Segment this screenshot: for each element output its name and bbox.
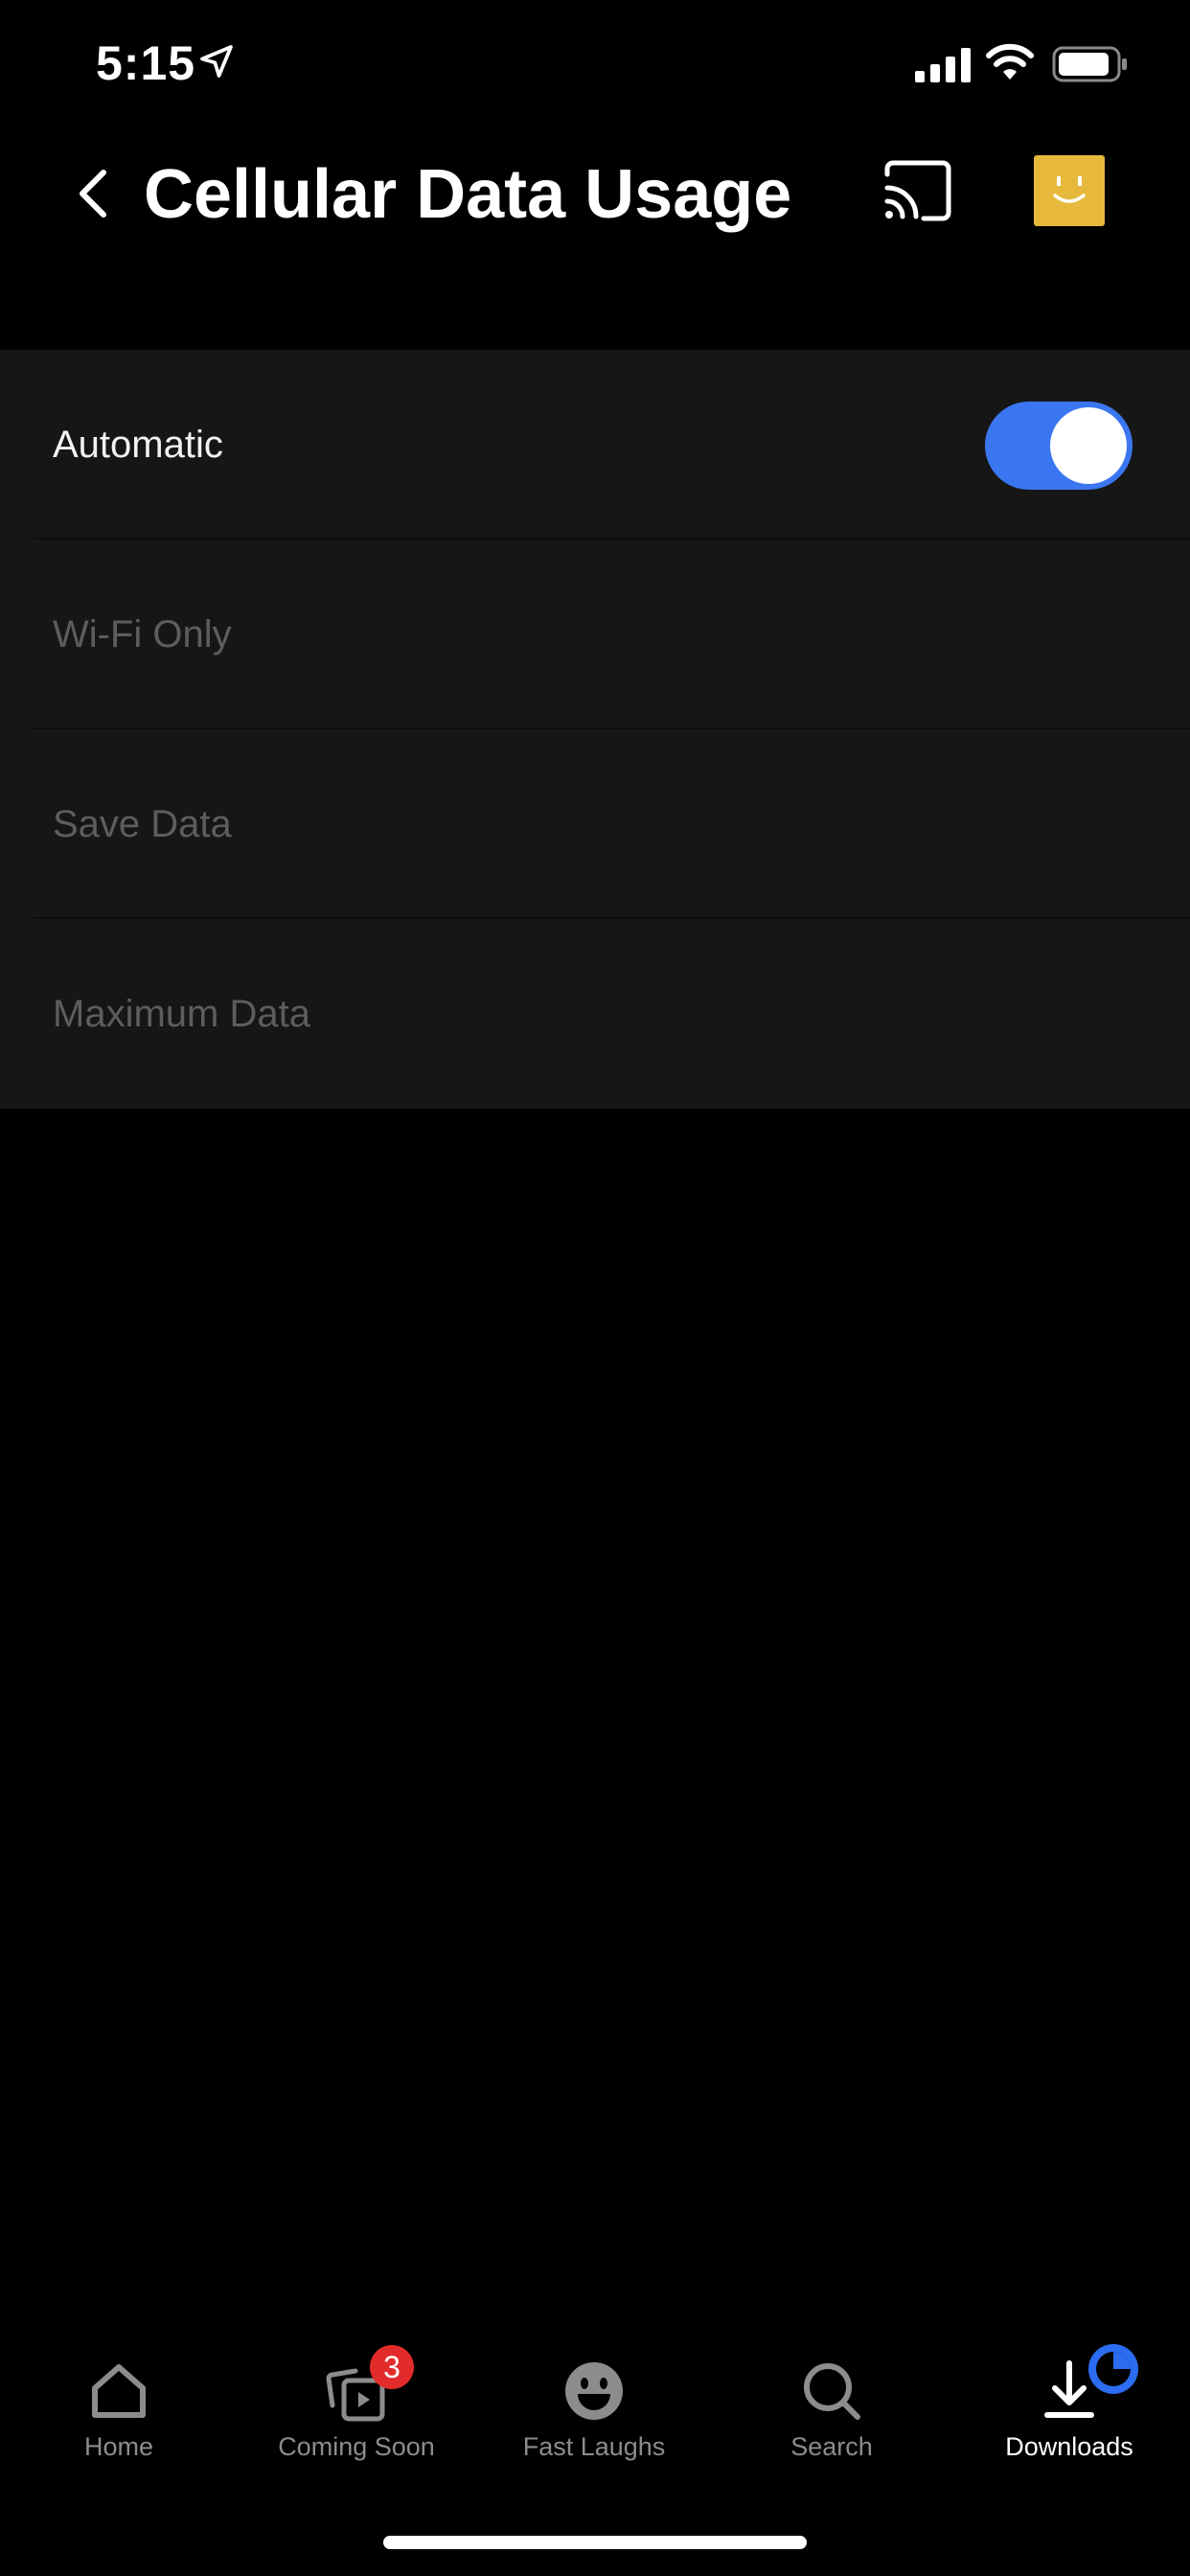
tab-coming-soon[interactable]: Coming Soon xyxy=(238,2338,475,2472)
battery-icon xyxy=(1052,46,1127,82)
status-bar: 5:15 xyxy=(0,0,1190,125)
wifi-icon xyxy=(986,43,1034,80)
option-label: Maximum Data xyxy=(53,993,310,1035)
search-icon xyxy=(804,2363,860,2420)
chevron-left-icon[interactable] xyxy=(69,165,117,222)
tab-search[interactable]: Search xyxy=(713,2338,950,2472)
status-time: 5:15 xyxy=(96,36,196,90)
laugh-icon xyxy=(565,2362,623,2420)
tab-label: Fast Laughs xyxy=(522,2432,666,2461)
header: Cellular Data Usage xyxy=(0,125,1190,350)
option-label: Wi-Fi Only xyxy=(53,613,232,656)
tab-home[interactable]: Home xyxy=(0,2338,238,2472)
cast-icon[interactable] xyxy=(881,159,954,222)
tab-label: Downloads xyxy=(1005,2432,1133,2461)
option-maximum-data[interactable]: Maximum Data xyxy=(34,919,1190,1109)
cellular-signal-icon xyxy=(915,48,971,82)
tab-label: Home xyxy=(83,2432,154,2461)
notification-badge: 3 xyxy=(370,2345,414,2389)
tab-label: Search xyxy=(790,2432,873,2461)
option-label: Automatic xyxy=(53,424,223,466)
profile-avatar[interactable] xyxy=(1034,155,1105,226)
toggle-knob xyxy=(1050,407,1127,484)
download-progress-icon xyxy=(1088,2344,1138,2394)
tab-fast-laughs[interactable]: Fast Laughs xyxy=(475,2338,713,2472)
option-save-data[interactable]: Save Data xyxy=(34,729,1190,919)
home-icon xyxy=(92,2364,146,2418)
automatic-toggle[interactable] xyxy=(985,402,1133,490)
page-title: Cellular Data Usage xyxy=(144,156,792,233)
home-indicator[interactable] xyxy=(383,2536,807,2549)
bottom-tab-bar: Home Coming Soon Fast Laughs Search Down… xyxy=(0,2338,1190,2472)
tab-label: Coming Soon xyxy=(278,2432,435,2461)
option-wifi-only[interactable]: Wi-Fi Only xyxy=(34,540,1190,729)
location-arrow-icon xyxy=(200,45,233,78)
option-label: Save Data xyxy=(53,803,232,845)
smiley-face-icon xyxy=(1053,176,1086,203)
tab-downloads[interactable]: Downloads xyxy=(950,2338,1188,2472)
option-automatic[interactable]: Automatic xyxy=(34,350,1190,540)
data-usage-options: Automatic Wi-Fi Only Save Data Maximum D… xyxy=(0,350,1190,1109)
